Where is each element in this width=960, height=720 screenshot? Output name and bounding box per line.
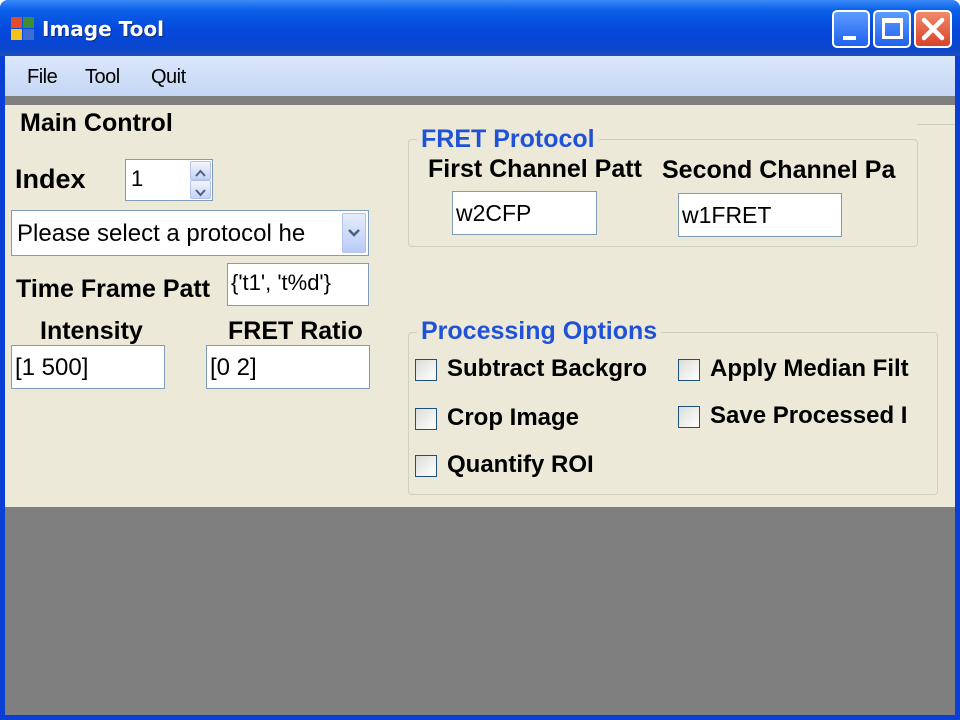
protocol-select[interactable]: Please select a protocol he bbox=[11, 210, 369, 256]
minimize-icon bbox=[843, 36, 856, 40]
option-quantify-roi[interactable]: Quantify ROI bbox=[415, 451, 675, 481]
crop-image-label: Crop Image bbox=[447, 404, 580, 431]
time-frame-value: {'t1', 't%d'} bbox=[231, 270, 331, 295]
index-spin-buttons bbox=[190, 161, 211, 199]
first-channel-field[interactable]: w2CFP bbox=[452, 191, 597, 235]
index-stepper[interactable]: 1 bbox=[125, 159, 213, 201]
subtract-background-checkbox[interactable] bbox=[415, 359, 437, 381]
application-window: Image Tool File Tool Quit Main Control I… bbox=[0, 0, 960, 720]
menu-file[interactable]: File bbox=[27, 66, 58, 89]
maximize-button[interactable] bbox=[873, 10, 911, 48]
index-increment-button[interactable] bbox=[190, 161, 211, 180]
title-bar[interactable]: Image Tool bbox=[0, 0, 960, 56]
quantify-roi-checkbox[interactable] bbox=[415, 455, 437, 477]
crop-image-checkbox[interactable] bbox=[415, 408, 437, 430]
app-icon bbox=[11, 17, 35, 41]
index-decrement-button[interactable] bbox=[190, 180, 211, 199]
index-label: Index bbox=[15, 164, 86, 194]
time-frame-field[interactable]: {'t1', 't%d'} bbox=[227, 263, 369, 306]
panel-frame-edge bbox=[917, 124, 955, 125]
apply-median-filter-checkbox[interactable] bbox=[678, 359, 700, 381]
option-save-processed-image[interactable]: Save Processed I bbox=[678, 402, 936, 432]
chevron-down-icon bbox=[348, 229, 360, 237]
app-icon-part bbox=[11, 29, 22, 40]
index-value: 1 bbox=[131, 166, 144, 191]
intensity-field[interactable]: [1 500] bbox=[11, 345, 165, 389]
maximize-icon bbox=[882, 18, 903, 39]
protocol-select-value: Please select a protocol he bbox=[17, 220, 306, 247]
time-frame-label: Time Frame Patt bbox=[16, 275, 211, 303]
app-icon-part bbox=[23, 29, 34, 40]
menu-quit[interactable]: Quit bbox=[151, 66, 186, 89]
protocol-dropdown-button[interactable] bbox=[342, 213, 366, 253]
menu-tool[interactable]: Tool bbox=[85, 66, 120, 89]
window-title: Image Tool bbox=[42, 17, 164, 41]
close-button[interactable] bbox=[914, 10, 952, 48]
app-icon-part bbox=[23, 17, 34, 28]
second-channel-value: w1FRET bbox=[682, 202, 772, 228]
main-panel: Main Control Index 1 Please select a pro… bbox=[5, 105, 955, 507]
app-icon-part bbox=[11, 17, 22, 28]
subtract-background-label: Subtract Backgro bbox=[447, 355, 648, 382]
menu-bar: File Tool Quit bbox=[5, 56, 955, 98]
save-processed-image-checkbox[interactable] bbox=[678, 406, 700, 428]
minimize-button[interactable] bbox=[832, 10, 870, 48]
fret-ratio-field[interactable]: [0 2] bbox=[206, 345, 370, 389]
intensity-label: Intensity bbox=[40, 317, 143, 345]
option-apply-median-filter[interactable]: Apply Median Filt bbox=[678, 355, 936, 385]
separator-bar bbox=[5, 96, 955, 105]
chevron-down-icon bbox=[195, 189, 206, 197]
save-processed-image-label: Save Processed I bbox=[710, 402, 908, 429]
processing-options-heading: Processing Options bbox=[417, 317, 662, 346]
quantify-roi-label: Quantify ROI bbox=[447, 451, 594, 478]
option-subtract-background[interactable]: Subtract Backgro bbox=[415, 355, 675, 385]
close-icon bbox=[921, 17, 945, 41]
empty-canvas-area bbox=[5, 507, 955, 715]
first-channel-label: First Channel Patt bbox=[428, 155, 642, 183]
intensity-value: [1 500] bbox=[15, 354, 89, 381]
fret-protocol-heading: FRET Protocol bbox=[417, 125, 599, 154]
second-channel-field[interactable]: w1FRET bbox=[678, 193, 842, 237]
option-crop-image[interactable]: Crop Image bbox=[415, 404, 675, 434]
second-channel-label: Second Channel Pa bbox=[662, 156, 896, 184]
first-channel-value: w2CFP bbox=[456, 200, 532, 226]
apply-median-filter-label: Apply Median Filt bbox=[710, 355, 909, 382]
fret-ratio-value: [0 2] bbox=[210, 354, 257, 381]
main-control-heading: Main Control bbox=[16, 109, 177, 138]
fret-ratio-label: FRET Ratio bbox=[228, 317, 363, 345]
